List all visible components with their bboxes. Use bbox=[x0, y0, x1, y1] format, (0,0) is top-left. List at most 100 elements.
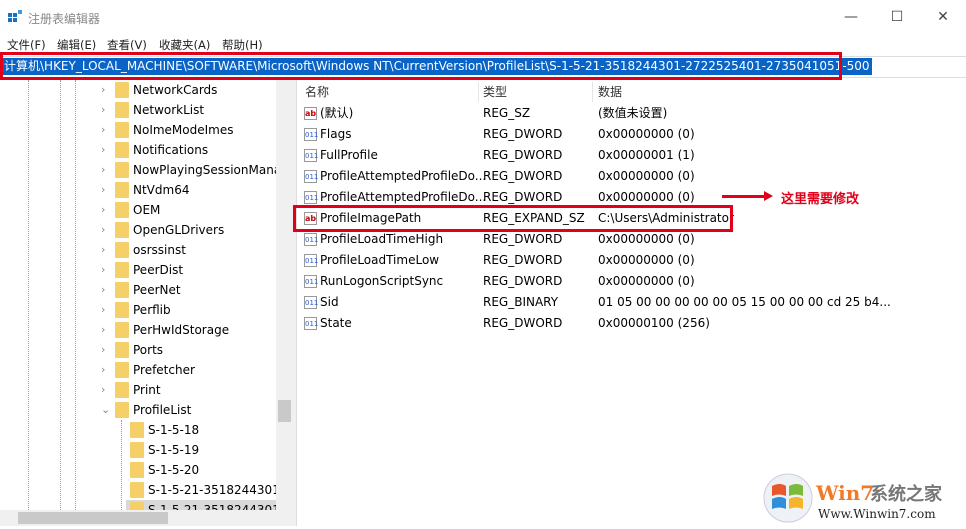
tree-item[interactable]: › OpenGLDrivers bbox=[0, 220, 293, 240]
menu-bar: 文件(F) 编辑(E) 查看(V) 收藏夹(A) 帮助(H) bbox=[0, 34, 966, 52]
tree-child-item[interactable]: S-1-5-21-3518244301-2 bbox=[0, 480, 293, 500]
tree-item[interactable]: ⌄ ProfileList bbox=[0, 400, 293, 420]
tree-item[interactable]: › NetworkCards bbox=[0, 80, 293, 100]
folder-icon bbox=[115, 382, 129, 398]
tree-item[interactable]: › PerHwIdStorage bbox=[0, 320, 293, 340]
value-highlight-box bbox=[293, 205, 733, 232]
value-row[interactable]: 011 Sid REG_BINARY 01 05 00 00 00 00 00 … bbox=[300, 292, 966, 313]
column-divider[interactable] bbox=[478, 82, 479, 102]
tree-child-item[interactable]: S-1-5-20 bbox=[0, 460, 293, 480]
tree-item[interactable]: › NoImeModeImes bbox=[0, 120, 293, 140]
tree-vertical-scrollbar[interactable] bbox=[276, 80, 293, 510]
watermark-logo: Win7 系统之家 Www.Winwin7.com bbox=[720, 470, 966, 526]
tree-item-label: NtVdm64 bbox=[133, 183, 190, 197]
tree-item[interactable]: › Prefetcher bbox=[0, 360, 293, 380]
column-header-name[interactable]: 名称 bbox=[305, 82, 329, 102]
menu-favorites[interactable]: 收藏夹(A) bbox=[159, 37, 210, 53]
value-name: Sid bbox=[320, 295, 339, 309]
tree-item-label: Notifications bbox=[133, 143, 209, 157]
value-row[interactable]: 011 ProfileAttemptedProfileDo... REG_DWO… bbox=[300, 166, 966, 187]
value-row[interactable]: 011 Flags REG_DWORD 0x00000000 (0) bbox=[300, 124, 966, 145]
tree-hscroll-thumb[interactable] bbox=[18, 512, 168, 524]
folder-icon bbox=[115, 402, 129, 418]
value-name: Flags bbox=[320, 127, 352, 141]
value-data: (数值未设置) bbox=[598, 106, 668, 120]
column-header-type[interactable]: 类型 bbox=[483, 82, 507, 102]
menu-file[interactable]: 文件(F) bbox=[7, 37, 46, 53]
folder-icon bbox=[115, 242, 129, 258]
tree-item[interactable]: › PeerDist bbox=[0, 260, 293, 280]
chevron-right-icon[interactable]: › bbox=[101, 380, 105, 400]
value-row[interactable]: 011 ProfileLoadTimeLow REG_DWORD 0x00000… bbox=[300, 250, 966, 271]
tree-scroll-thumb[interactable] bbox=[278, 400, 291, 422]
value-data: 0x00000000 (0) bbox=[598, 169, 695, 183]
chevron-right-icon[interactable]: › bbox=[101, 320, 105, 340]
tree-item[interactable]: › Perflib bbox=[0, 300, 293, 320]
column-divider[interactable] bbox=[592, 82, 593, 102]
minimize-button[interactable]: — bbox=[828, 4, 874, 30]
tree-item[interactable]: › Ports bbox=[0, 340, 293, 360]
arrowhead-icon bbox=[764, 191, 773, 201]
chevron-right-icon[interactable]: › bbox=[101, 100, 105, 120]
value-row[interactable]: 011 FullProfile REG_DWORD 0x00000001 (1) bbox=[300, 145, 966, 166]
value-row[interactable]: 011 ProfileLoadTimeHigh REG_DWORD 0x0000… bbox=[300, 229, 966, 250]
tree-item-label: PerHwIdStorage bbox=[133, 323, 230, 337]
chevron-right-icon[interactable]: › bbox=[101, 360, 105, 380]
binary-value-icon: 011 bbox=[304, 149, 318, 162]
tree-item[interactable]: › NetworkList bbox=[0, 100, 293, 120]
tree-child-item[interactable]: S-1-5-18 bbox=[0, 420, 293, 440]
svg-text:Www.Winwin7.com: Www.Winwin7.com bbox=[818, 507, 936, 521]
close-button[interactable]: ✕ bbox=[920, 4, 966, 30]
value-name: RunLogonScriptSync bbox=[320, 274, 444, 288]
binary-value-icon: 011 bbox=[304, 254, 318, 267]
folder-icon bbox=[130, 482, 144, 498]
value-data: 01 05 00 00 00 00 00 05 15 00 00 00 cd 2… bbox=[598, 295, 891, 309]
tree-guide-line bbox=[121, 420, 122, 510]
value-type: REG_DWORD bbox=[483, 274, 563, 288]
folder-icon bbox=[115, 322, 129, 338]
chevron-right-icon[interactable]: › bbox=[101, 200, 105, 220]
value-type: REG_DWORD bbox=[483, 232, 563, 246]
tree-child-item[interactable]: S-1-5-19 bbox=[0, 440, 293, 460]
tree-item[interactable]: › Print bbox=[0, 380, 293, 400]
folder-icon bbox=[115, 262, 129, 278]
chevron-right-icon[interactable]: › bbox=[101, 140, 105, 160]
value-row[interactable]: 011 RunLogonScriptSync REG_DWORD 0x00000… bbox=[300, 271, 966, 292]
tree-item[interactable]: › Notifications bbox=[0, 140, 293, 160]
column-header-data[interactable]: 数据 bbox=[598, 82, 622, 102]
chevron-right-icon[interactable]: › bbox=[101, 160, 105, 180]
chevron-right-icon[interactable]: › bbox=[101, 120, 105, 140]
menu-edit[interactable]: 编辑(E) bbox=[57, 37, 96, 53]
chevron-right-icon[interactable]: › bbox=[101, 340, 105, 360]
tree-item[interactable]: › PeerNet bbox=[0, 280, 293, 300]
tree-item[interactable]: › osrssinst bbox=[0, 240, 293, 260]
binary-value-icon: 011 bbox=[304, 275, 318, 288]
chevron-right-icon[interactable]: › bbox=[101, 220, 105, 240]
tree-item-label: S-1-5-18 bbox=[148, 423, 200, 437]
chevron-right-icon[interactable]: › bbox=[101, 280, 105, 300]
folder-icon bbox=[115, 362, 129, 378]
folder-icon bbox=[115, 142, 129, 158]
value-data: 0x00000000 (0) bbox=[598, 127, 695, 141]
tree-item-label: NetworkList bbox=[133, 103, 205, 117]
chevron-right-icon[interactable]: › bbox=[101, 300, 105, 320]
value-row[interactable]: 011 State REG_DWORD 0x00000100 (256) bbox=[300, 313, 966, 334]
tree-item[interactable]: › OEM bbox=[0, 200, 293, 220]
menu-help[interactable]: 帮助(H) bbox=[222, 37, 263, 53]
chevron-right-icon[interactable]: › bbox=[101, 240, 105, 260]
value-row[interactable]: ab (默认) REG_SZ (数值未设置) bbox=[300, 103, 966, 124]
maximize-button[interactable]: ☐ bbox=[874, 4, 920, 30]
value-data: 0x00000000 (0) bbox=[598, 253, 695, 267]
chevron-right-icon[interactable]: › bbox=[101, 80, 105, 100]
value-data: 0x00000100 (256) bbox=[598, 316, 710, 330]
pane-splitter[interactable] bbox=[293, 80, 297, 526]
chevron-down-icon[interactable]: ⌄ bbox=[101, 400, 110, 420]
menu-view[interactable]: 查看(V) bbox=[107, 37, 147, 53]
chevron-right-icon[interactable]: › bbox=[101, 180, 105, 200]
tree-item[interactable]: › NtVdm64 bbox=[0, 180, 293, 200]
tree-item-label: PeerDist bbox=[133, 263, 184, 277]
tree-item-label: S-1-5-20 bbox=[148, 463, 200, 477]
chevron-right-icon[interactable]: › bbox=[101, 260, 105, 280]
string-value-icon: ab bbox=[304, 107, 317, 120]
tree-item[interactable]: › NowPlayingSessionManag bbox=[0, 160, 293, 180]
